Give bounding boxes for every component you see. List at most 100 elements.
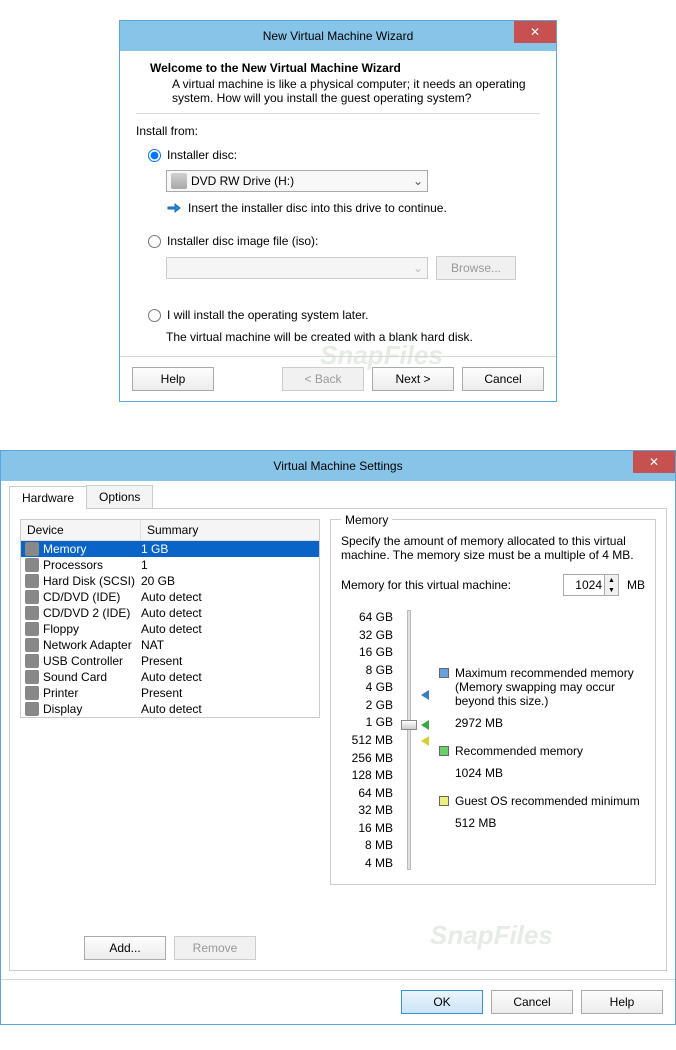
radio-later-label: I will install the operating system late… [167, 308, 368, 322]
device-icon [25, 606, 39, 620]
window-title: Virtual Machine Settings [273, 459, 402, 473]
browse-button[interactable]: Browse... [436, 256, 516, 280]
device-name: Sound Card [43, 670, 107, 684]
ok-button[interactable]: OK [401, 990, 483, 1014]
table-row[interactable]: Floppy Auto detect [21, 621, 319, 637]
cancel-button[interactable]: Cancel [462, 367, 544, 391]
cancel-button[interactable]: Cancel [491, 990, 573, 1014]
back-button[interactable]: < Back [282, 367, 364, 391]
tabs: Hardware Options [9, 485, 667, 509]
table-row[interactable]: Network AdapterNAT [21, 637, 319, 653]
device-icon [25, 574, 39, 588]
memory-value-label: Memory for this virtual machine: [341, 578, 555, 592]
device-icon [25, 622, 39, 636]
memory-tick: 64 GB [341, 610, 393, 624]
iso-path-combo[interactable]: ⌄ [166, 257, 428, 279]
device-icon [25, 590, 39, 604]
marker-min-icon [421, 736, 429, 746]
radio-installer-disc[interactable] [148, 149, 161, 162]
device-name: Memory [43, 542, 86, 556]
chevron-down-icon: ⌄ [413, 174, 423, 188]
wizard-footer: Help < Back Next > Cancel [120, 356, 556, 401]
memory-tick: 16 GB [341, 645, 393, 659]
device-name: CD/DVD 2 (IDE) [43, 606, 130, 620]
legend-max-label: Maximum recommended memory [455, 666, 645, 680]
col-device[interactable]: Device [21, 520, 141, 540]
help-button[interactable]: Help [581, 990, 663, 1014]
table-row[interactable]: Processors1 [21, 557, 319, 573]
table-row[interactable]: Printer Present [21, 685, 319, 701]
device-name: Floppy [43, 622, 79, 636]
device-summary: Auto detect [141, 606, 315, 620]
memory-tick: 128 MB [341, 768, 393, 782]
radio-iso[interactable] [148, 235, 161, 248]
memory-tick: 1 GB [341, 715, 393, 729]
device-name: Printer [43, 686, 78, 700]
memory-description: Specify the amount of memory allocated t… [341, 534, 645, 562]
table-row[interactable]: Hard Disk (SCSI)20 GB [21, 573, 319, 589]
device-summary: Auto detect [141, 622, 315, 636]
spinner-down[interactable]: ▼ [605, 585, 618, 595]
table-row[interactable]: Memory 1 GB [21, 541, 319, 557]
table-row[interactable]: Sound Card Auto detect [21, 669, 319, 685]
marker-rec-icon [421, 720, 429, 730]
memory-legend: Memory [341, 513, 392, 527]
device-icon [25, 670, 39, 684]
add-button[interactable]: Add... [84, 936, 166, 960]
arrow-right-icon [166, 200, 182, 216]
drive-select[interactable]: DVD RW Drive (H:) ⌄ [166, 170, 428, 192]
remove-button[interactable]: Remove [174, 936, 256, 960]
device-summary: Auto detect [141, 590, 315, 604]
device-summary: Auto detect [141, 702, 315, 716]
memory-slider[interactable] [399, 610, 419, 870]
memory-tick: 2 GB [341, 698, 393, 712]
device-summary: Present [141, 686, 315, 700]
legend-min-value: 512 MB [455, 816, 645, 830]
device-name: Display [43, 702, 82, 716]
memory-tick: 32 MB [341, 803, 393, 817]
drive-icon [171, 173, 187, 189]
radio-later[interactable] [148, 309, 161, 322]
spinner-up[interactable]: ▲ [605, 575, 618, 585]
table-row[interactable]: CD/DVD 2 (IDE) Auto detect [21, 605, 319, 621]
help-button[interactable]: Help [132, 367, 214, 391]
device-icon [25, 702, 39, 716]
legend-min-icon [439, 796, 449, 806]
vm-settings-dialog: Virtual Machine Settings ✕ Hardware Opti… [0, 450, 676, 1025]
memory-tick-labels: 64 GB32 GB16 GB8 GB4 GB2 GB1 GB512 MB256… [341, 610, 393, 870]
legend-rec-label: Recommended memory [455, 744, 645, 758]
legend-max-value: 2972 MB [455, 716, 645, 730]
chevron-down-icon: ⌄ [413, 261, 423, 275]
tab-options[interactable]: Options [86, 485, 153, 508]
memory-tick: 8 GB [341, 663, 393, 677]
table-row[interactable]: Display Auto detect [21, 701, 319, 717]
memory-input[interactable] [564, 578, 604, 592]
device-summary: Present [141, 654, 315, 668]
later-description: The virtual machine will be created with… [166, 330, 540, 344]
next-button[interactable]: Next > [372, 367, 454, 391]
wizard-description: A virtual machine is like a physical com… [136, 77, 540, 105]
device-summary: 1 GB [141, 542, 315, 556]
device-summary: 20 GB [141, 574, 315, 588]
close-button[interactable]: ✕ [633, 451, 675, 473]
memory-unit: MB [627, 578, 645, 592]
device-summary: Auto detect [141, 670, 315, 684]
close-icon: ✕ [649, 455, 659, 469]
close-button[interactable]: ✕ [514, 21, 556, 43]
col-summary[interactable]: Summary [141, 520, 319, 540]
device-icon [25, 654, 39, 668]
wizard-heading: Welcome to the New Virtual Machine Wizar… [136, 61, 540, 75]
table-row[interactable]: CD/DVD (IDE)Auto detect [21, 589, 319, 605]
memory-tick: 8 MB [341, 838, 393, 852]
tab-hardware[interactable]: Hardware [9, 486, 87, 509]
close-icon: ✕ [530, 25, 540, 39]
memory-tick: 256 MB [341, 751, 393, 765]
memory-tick: 512 MB [341, 733, 393, 747]
memory-spinner[interactable]: ▲ ▼ [563, 574, 619, 596]
device-summary: NAT [141, 638, 315, 652]
memory-slider-thumb[interactable] [401, 720, 417, 730]
titlebar: New Virtual Machine Wizard ✕ [120, 21, 556, 51]
hardware-table: Device Summary Memory 1 GBProcessors1Hard… [20, 519, 320, 718]
table-row[interactable]: USB ControllerPresent [21, 653, 319, 669]
memory-tick: 4 MB [341, 856, 393, 870]
